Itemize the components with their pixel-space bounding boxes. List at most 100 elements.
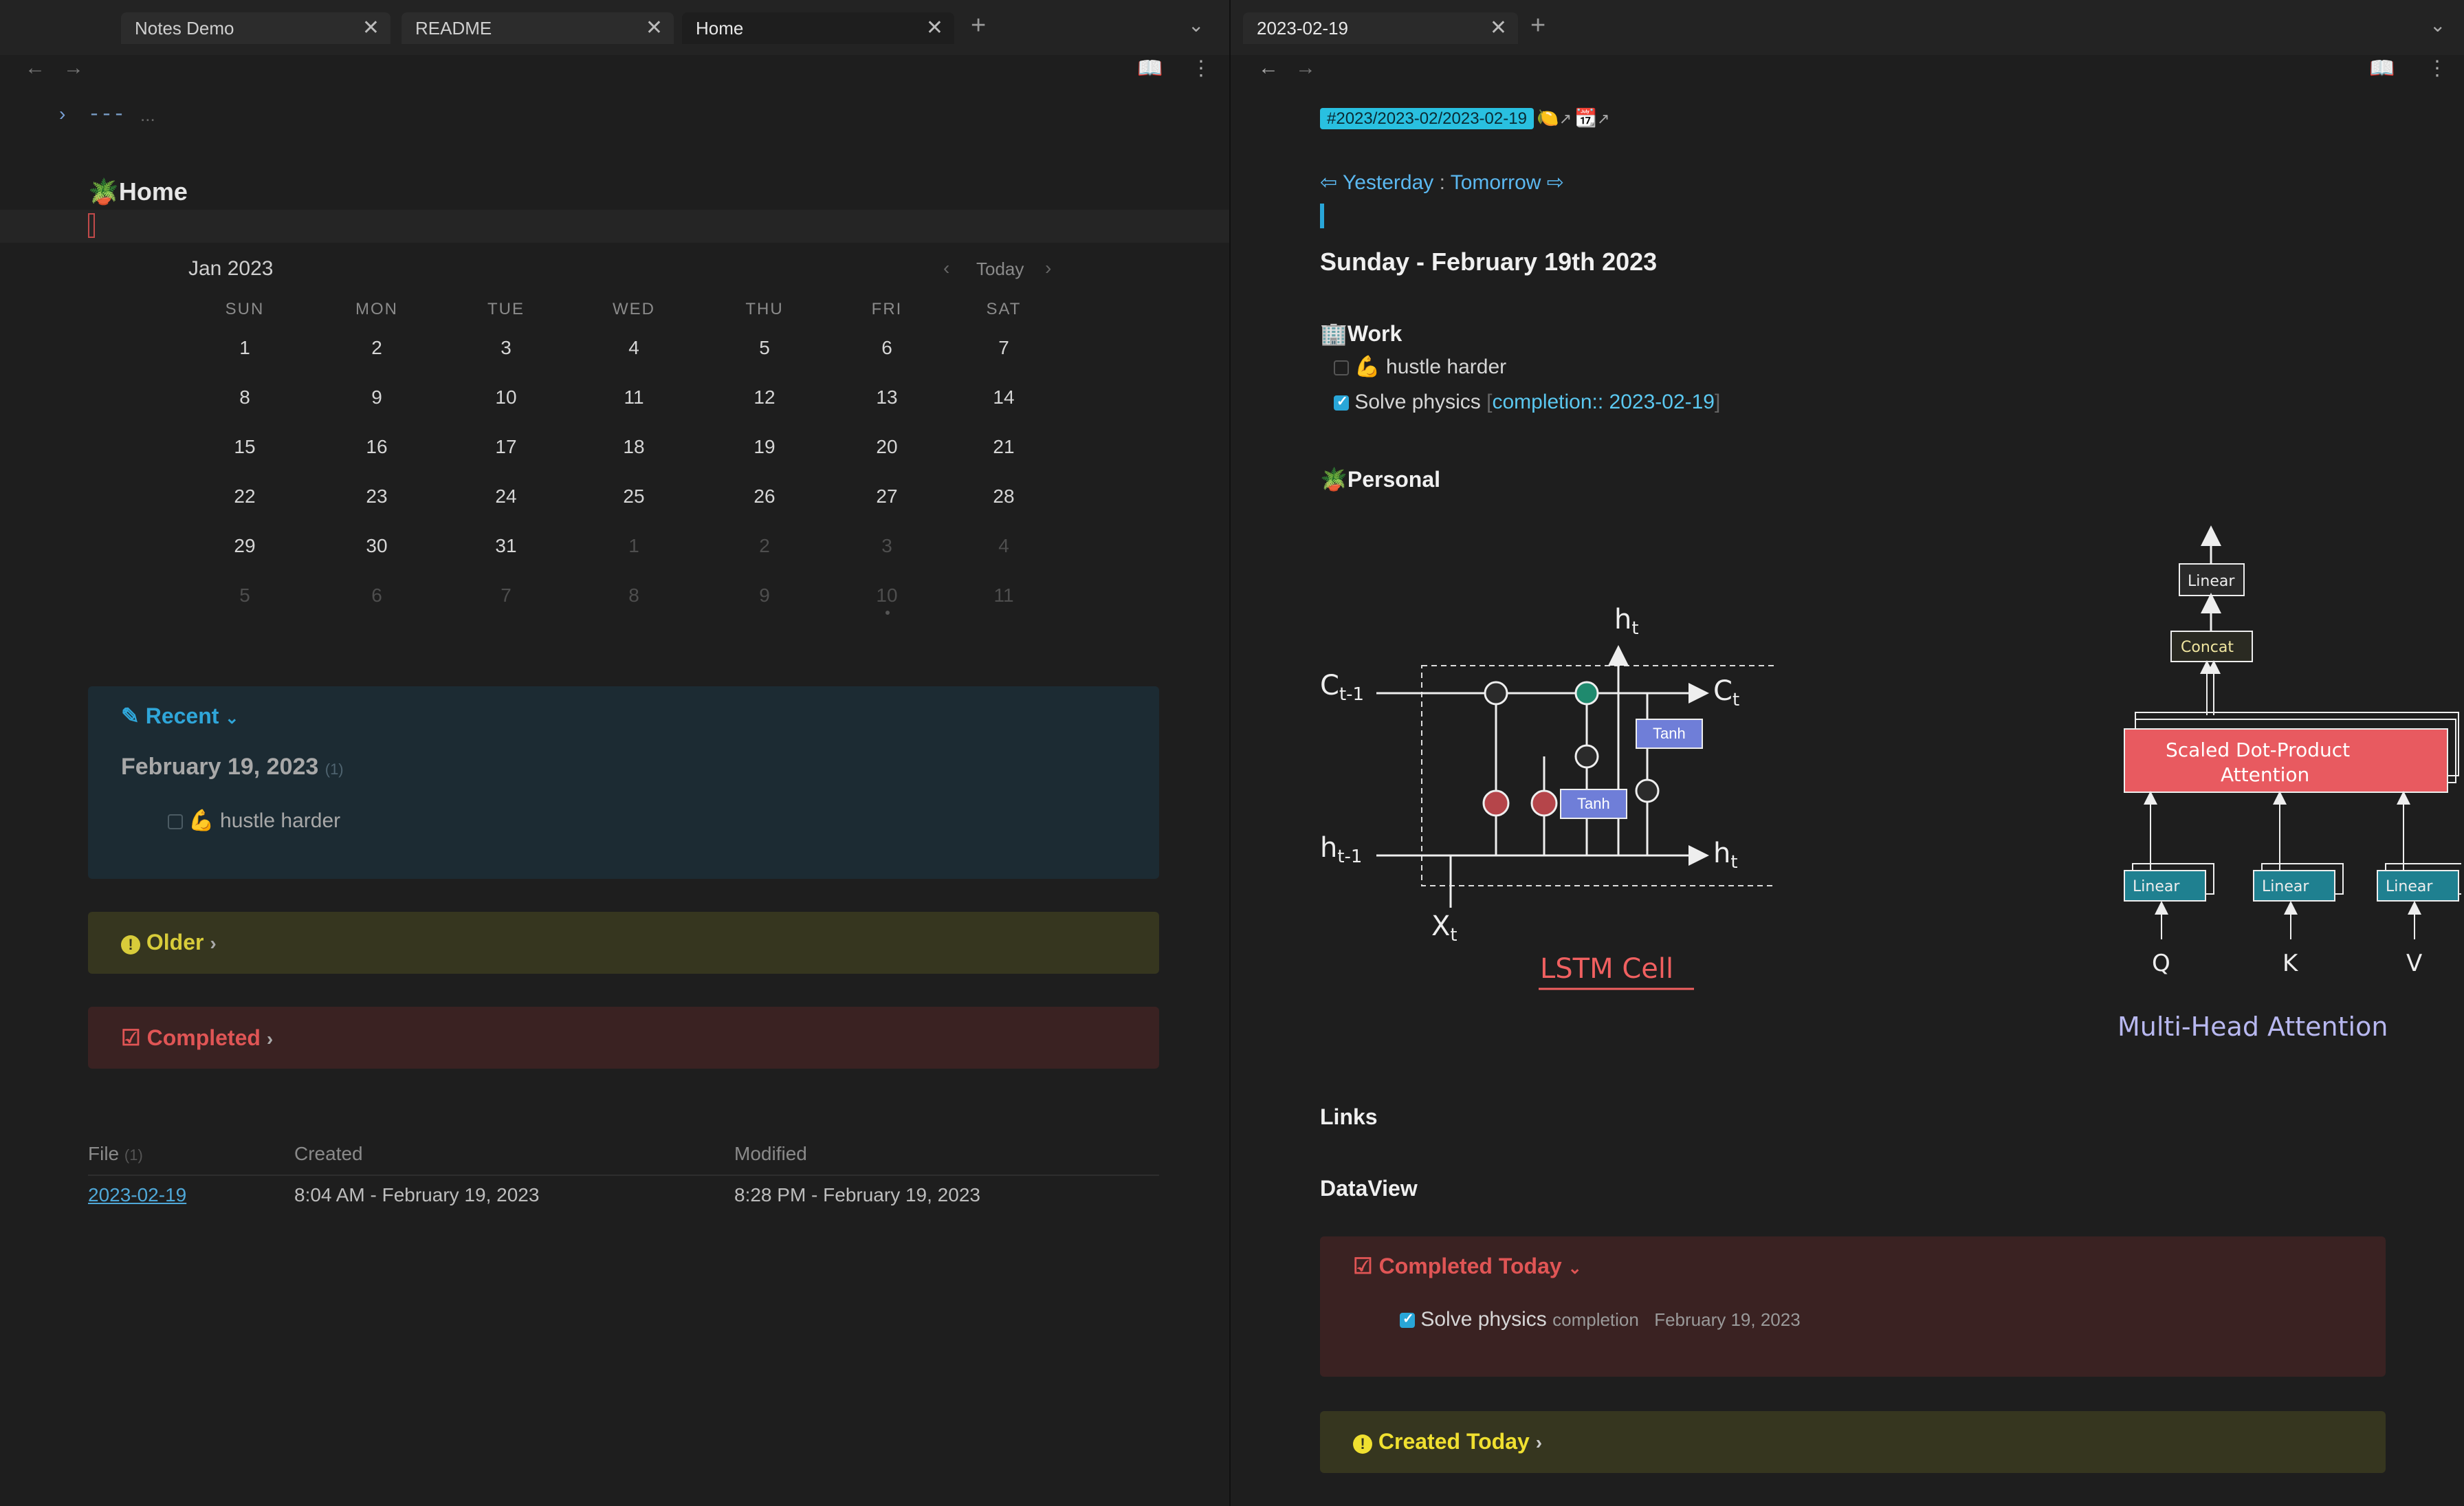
calendar-day[interactable]: 25 (600, 485, 668, 508)
h-top-label: ht (1614, 604, 1639, 639)
more-options-icon[interactable]: ⋮ (2427, 56, 2448, 80)
calendar-day[interactable]: 16 (342, 436, 411, 458)
task-checkbox[interactable] (1334, 360, 1349, 376)
prev-month-icon[interactable]: ‹ (943, 257, 949, 279)
completed-today-header[interactable]: ☑ Completed Today ⌄ (1353, 1253, 1582, 1279)
calendar-day[interactable]: 4 (600, 337, 668, 359)
calendar-day[interactable]: 29 (210, 535, 279, 557)
calendar-day[interactable]: 14 (969, 386, 1038, 408)
text-cursor[interactable] (88, 213, 95, 238)
calendar-day[interactable]: 1 (600, 535, 668, 557)
created-today-header[interactable]: ! Created Today › (1353, 1429, 1542, 1454)
calendar-day[interactable]: 6 (852, 337, 921, 359)
calendar-icon[interactable]: 📆 (1575, 107, 1597, 128)
calendar-day[interactable]: 13 (852, 386, 921, 408)
calendar-day[interactable]: 27 (852, 485, 921, 508)
file-link[interactable]: 2023-02-19 (88, 1184, 186, 1205)
older-panel[interactable]: ! Older › (88, 912, 1159, 974)
calendar-day[interactable]: 28 (969, 485, 1038, 508)
mha-caption: Multi-Head Attention (2118, 1012, 2388, 1042)
chevron-down-icon[interactable]: ⌄ (1188, 14, 1204, 36)
external-link-icon[interactable]: ↗ (1559, 110, 1572, 127)
tomorrow-link[interactable]: Tomorrow (1451, 171, 1541, 194)
completed-header[interactable]: ☑ Completed › (121, 1025, 273, 1051)
back-arrow-icon[interactable]: ← (25, 56, 45, 80)
close-icon[interactable]: ✕ (646, 12, 663, 44)
new-tab-icon[interactable]: + (971, 11, 986, 41)
recent-title: Recent (145, 703, 219, 728)
more-options-icon[interactable]: ⋮ (1191, 56, 1211, 80)
calendar-day[interactable]: 9 (730, 585, 799, 607)
created-today-panel[interactable]: ! Created Today › (1320, 1411, 2386, 1473)
calendar-day[interactable]: 15 (210, 436, 279, 458)
table-header-file[interactable]: File (1) (88, 1143, 143, 1165)
reading-view-icon[interactable]: 📖 (2369, 56, 2395, 80)
table-header-modified[interactable]: Modified (734, 1143, 807, 1165)
calendar-day[interactable]: 18 (600, 436, 668, 458)
calendar-day[interactable]: 9 (342, 386, 411, 408)
calendar-day[interactable]: 3 (852, 535, 921, 557)
next-month-icon[interactable]: › (1045, 257, 1051, 279)
tab-notes-demo[interactable]: Notes Demo ✕ (121, 12, 390, 44)
calendar-day[interactable]: 7 (969, 337, 1038, 359)
calendar-day[interactable]: 21 (969, 436, 1038, 458)
new-tab-icon[interactable]: + (1530, 11, 1546, 41)
date-tag[interactable]: #2023/2023-02/2023-02-19 (1320, 108, 1534, 129)
calendar-day[interactable]: 7 (472, 585, 540, 607)
text-cursor[interactable] (1320, 204, 1324, 228)
recent-header[interactable]: ✎ Recent ⌄ (121, 703, 239, 729)
calendar-day[interactable]: 10 (472, 386, 540, 408)
forward-arrow-icon[interactable]: → (1295, 56, 1316, 80)
frontmatter-collapse-icon[interactable]: › (59, 103, 65, 125)
calendar-day[interactable]: 2 (342, 337, 411, 359)
calendar-day[interactable]: 5 (730, 337, 799, 359)
calendar-day[interactable]: 31 (472, 535, 540, 557)
calendar-day[interactable]: 6 (342, 585, 411, 607)
calendar-day[interactable]: 17 (472, 436, 540, 458)
completion-field-label: completion (1552, 1309, 1639, 1330)
calendar-day[interactable]: 23 (342, 485, 411, 508)
calendar-day[interactable]: 20 (852, 436, 921, 458)
calendar-day[interactable]: 8 (210, 386, 279, 408)
reading-view-icon[interactable]: 📖 (1137, 56, 1163, 80)
calendar-day[interactable]: 24 (472, 485, 540, 508)
completed-panel[interactable]: ☑ Completed › (88, 1007, 1159, 1069)
close-icon[interactable]: ✕ (362, 12, 380, 44)
tab-readme[interactable]: README ✕ (402, 12, 674, 44)
calendar-day[interactable]: 26 (730, 485, 799, 508)
calendar-day[interactable]: 30 (342, 535, 411, 557)
chevron-down-icon[interactable]: ⌄ (2430, 14, 2445, 36)
task-checkbox-checked[interactable] (1334, 393, 1349, 411)
table-header-created[interactable]: Created (294, 1143, 363, 1165)
calendar-day[interactable]: 11 (600, 386, 668, 408)
external-link-icon[interactable]: ↗ (1597, 110, 1609, 127)
tanh-label: Tanh (1577, 795, 1610, 812)
close-icon[interactable]: ✕ (926, 12, 943, 44)
calendar-day[interactable]: 5 (210, 585, 279, 607)
calendar-day[interactable]: 11 (969, 585, 1038, 607)
pencil-icon: ✎ (121, 703, 140, 728)
forward-arrow-icon[interactable]: → (63, 56, 84, 80)
calendar-day[interactable]: 12 (730, 386, 799, 408)
calendar-day[interactable]: 4 (969, 535, 1038, 557)
task-label: hustle harder (220, 809, 341, 832)
lemon-icon[interactable]: 🍋 (1537, 107, 1559, 128)
calendar-day[interactable]: 22 (210, 485, 279, 508)
task-checkbox[interactable] (168, 814, 183, 830)
calendar-day[interactable]: 10 (852, 585, 921, 607)
calendar-day[interactable]: 1 (210, 337, 279, 359)
back-arrow-icon[interactable]: ← (1258, 56, 1279, 80)
yesterday-link[interactable]: Yesterday (1343, 171, 1433, 194)
calendar-day[interactable]: 8 (600, 585, 668, 607)
close-icon[interactable]: ✕ (1490, 12, 1507, 44)
dataview-heading: DataView (1320, 1176, 1418, 1201)
concat-label: Concat (2181, 639, 2234, 656)
older-header[interactable]: ! Older › (121, 930, 217, 955)
calendar-day[interactable]: 3 (472, 337, 540, 359)
tab-home[interactable]: Home ✕ (682, 12, 954, 44)
calendar-day[interactable]: 2 (730, 535, 799, 557)
task-checkbox-checked[interactable] (1400, 1310, 1415, 1329)
today-button[interactable]: Today (976, 259, 1024, 280)
tab-daily-note[interactable]: 2023-02-19 ✕ (1243, 12, 1518, 44)
calendar-day[interactable]: 19 (730, 436, 799, 458)
